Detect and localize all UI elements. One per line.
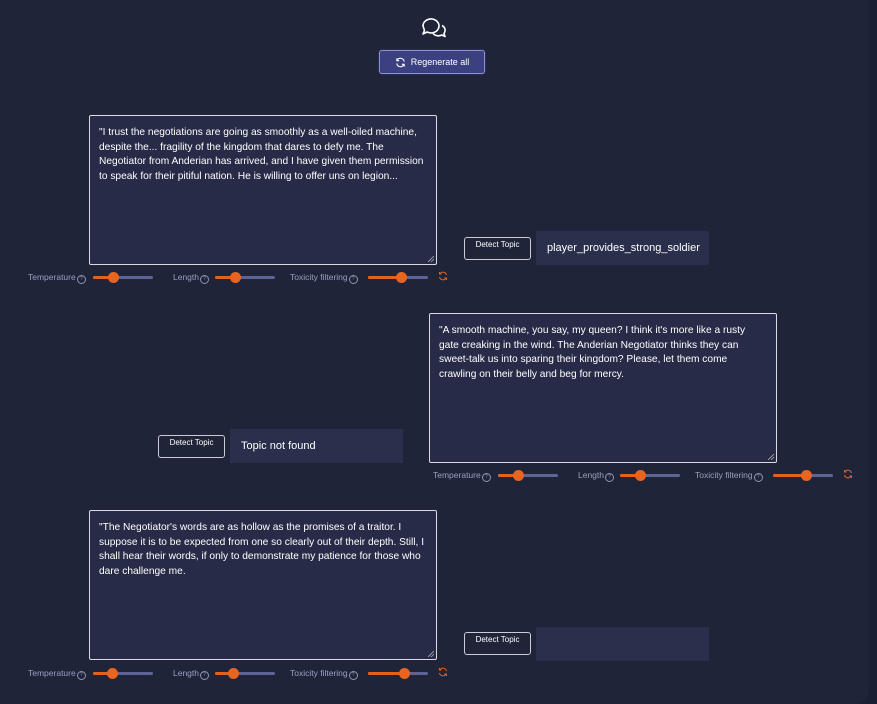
temperature-slider[interactable]: [93, 272, 153, 283]
toxicity-label: Toxicity filtering?: [290, 668, 358, 680]
temperature-slider[interactable]: [498, 470, 558, 481]
controls-row-1: Temperature? Length? Toxicity filtering?: [28, 270, 458, 284]
refresh-icon: [396, 57, 405, 67]
detect-topic-button-1[interactable]: Detect Topic: [464, 237, 531, 260]
help-icon[interactable]: ?: [605, 473, 614, 482]
length-label: Length?: [173, 668, 209, 680]
regenerate-icon[interactable]: [438, 271, 448, 281]
help-icon[interactable]: ?: [348, 275, 358, 284]
resize-handle-icon[interactable]: [768, 454, 774, 460]
regenerate-all-label: Regenerate all: [410, 57, 470, 67]
help-icon[interactable]: ?: [348, 671, 358, 680]
topic-display-2: Topic not found: [230, 429, 403, 463]
message-textarea-3[interactable]: "The Negotiator's words are as hollow as…: [89, 510, 437, 660]
length-slider[interactable]: [215, 272, 275, 283]
toxicity-label: Toxicity filtering?: [695, 470, 763, 482]
temperature-label: Temperature?: [28, 272, 86, 284]
help-icon[interactable]: ?: [200, 671, 209, 680]
message-text-2: "A smooth machine, you say, my queen? I …: [439, 325, 746, 380]
resize-handle-icon[interactable]: [428, 256, 434, 262]
help-icon[interactable]: ?: [76, 275, 86, 284]
help-icon[interactable]: ?: [481, 473, 491, 482]
message-text-3: "The Negotiator's words are as hollow as…: [99, 522, 425, 577]
regenerate-icon[interactable]: [843, 469, 853, 479]
regenerate-icon[interactable]: [438, 667, 448, 677]
message-textarea-1[interactable]: "I trust the negotiations are going as s…: [89, 115, 437, 265]
toxicity-slider[interactable]: [368, 272, 428, 283]
detect-topic-button-2[interactable]: Detect Topic: [158, 435, 225, 458]
temperature-label: Temperature?: [28, 668, 86, 680]
chat-bubbles-icon: [422, 18, 446, 38]
length-slider[interactable]: [620, 470, 680, 481]
resize-handle-icon[interactable]: [428, 651, 434, 657]
message-textarea-2[interactable]: "A smooth machine, you say, my queen? I …: [429, 313, 777, 463]
toxicity-label: Toxicity filtering?: [290, 272, 358, 284]
topic-display-1: player_provides_strong_soldier: [536, 231, 709, 265]
regenerate-all-button[interactable]: Regenerate all: [379, 50, 485, 74]
detect-topic-button-3[interactable]: Detect Topic: [464, 632, 531, 655]
toxicity-slider[interactable]: [773, 470, 833, 481]
help-icon[interactable]: ?: [76, 671, 86, 680]
temperature-label: Temperature?: [433, 470, 491, 482]
length-slider[interactable]: [215, 668, 275, 679]
length-label: Length?: [173, 272, 209, 284]
message-text-1: "I trust the negotiations are going as s…: [99, 127, 424, 182]
topic-display-3: [536, 627, 709, 661]
temperature-slider[interactable]: [93, 668, 153, 679]
length-label: Length?: [578, 470, 614, 482]
help-icon[interactable]: ?: [200, 275, 209, 284]
controls-row-3: Temperature? Length? Toxicity filtering?: [28, 666, 458, 680]
controls-row-2: Temperature? Length? Toxicity filtering?: [433, 468, 863, 482]
toxicity-slider[interactable]: [368, 668, 428, 679]
help-icon[interactable]: ?: [753, 473, 763, 482]
